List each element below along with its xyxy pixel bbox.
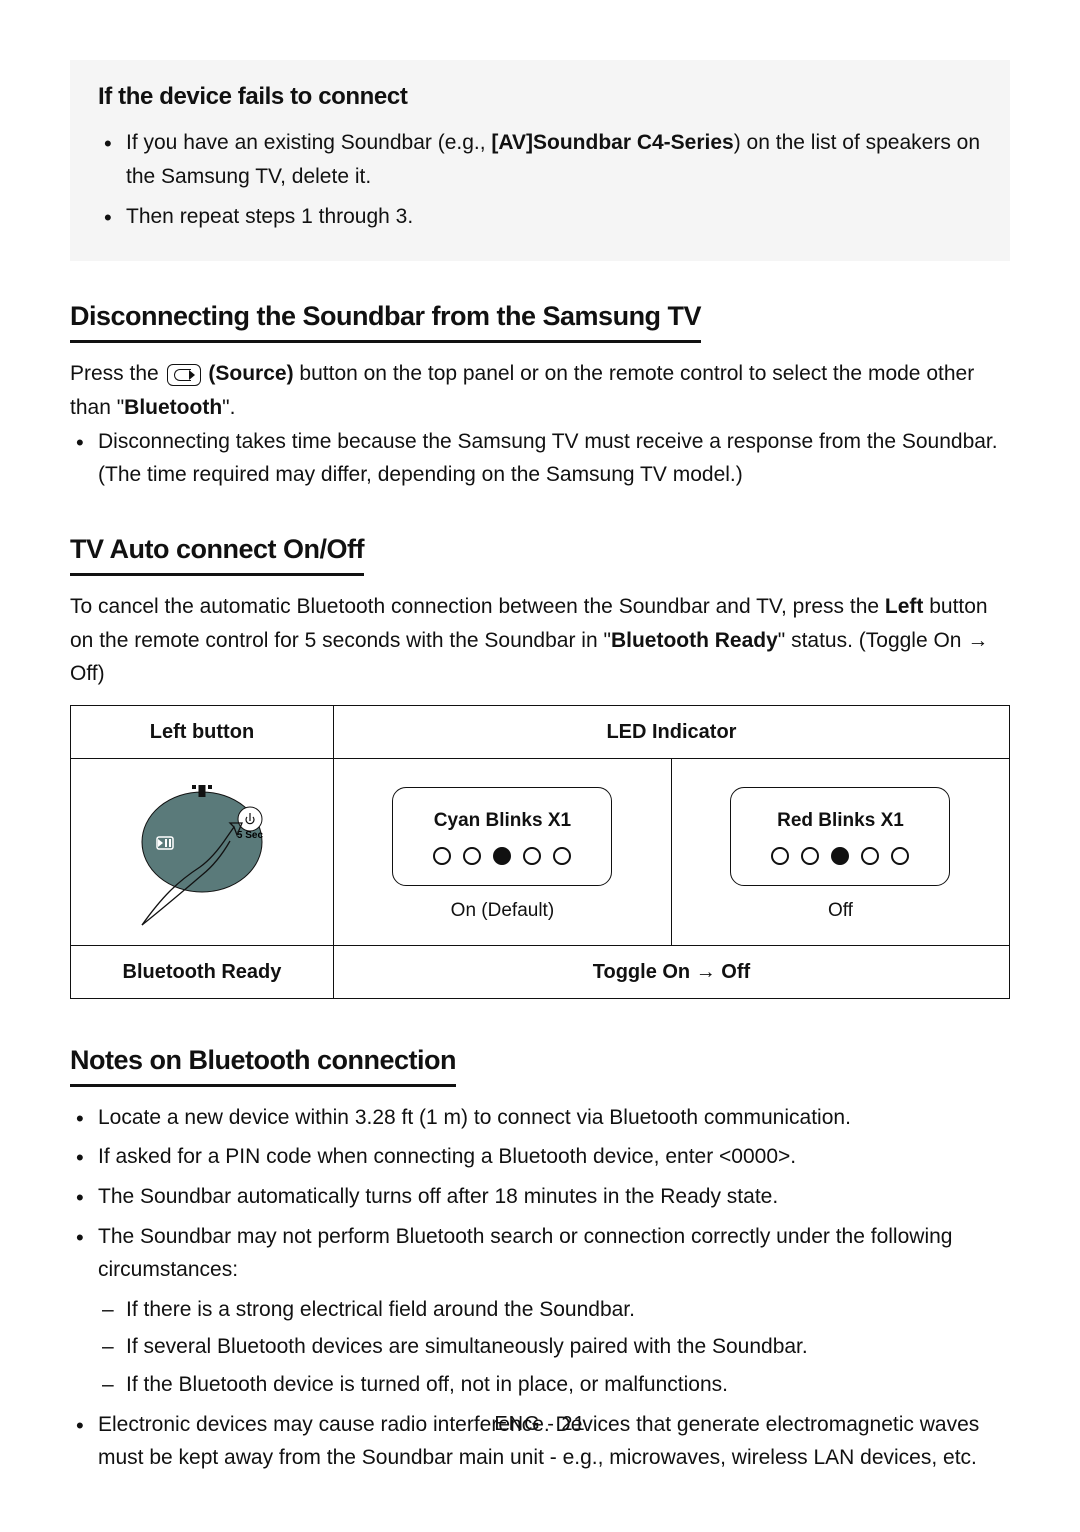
list-item: Then repeat steps 1 through 3. <box>126 200 982 234</box>
led-dots <box>415 847 589 865</box>
list-item: If several Bluetooth devices are simulta… <box>126 1330 1010 1364</box>
led-dot <box>891 847 909 865</box>
list-item: The Soundbar may not perform Bluetooth s… <box>98 1220 1010 1402</box>
table-header: Left button <box>71 705 334 758</box>
indicator-cell: Red Blinks X1 Off <box>671 758 1009 945</box>
fail-connect-heading: If the device fails to connect <box>98 78 982 116</box>
sec-label: 5 Sec <box>237 830 264 841</box>
indicator-sub: On (Default) <box>342 896 663 926</box>
list-item: If you have an existing Soundbar (e.g., … <box>126 126 982 193</box>
text: If you have an existing Soundbar (e.g., <box>126 131 491 154</box>
section-heading: TV Auto connect On/Off <box>70 528 364 576</box>
page-footer: ENG - 21 <box>70 1408 1010 1440</box>
table-footer: Toggle On → Off <box>333 945 1009 998</box>
text: Press the <box>70 362 165 385</box>
led-dot-filled <box>493 847 511 865</box>
led-dot <box>433 847 451 865</box>
paragraph: To cancel the automatic Bluetooth connec… <box>70 590 1010 691</box>
indicator-cell: Cyan Blinks X1 On (Default) <box>333 758 671 945</box>
autoconnect-section: TV Auto connect On/Off To cancel the aut… <box>70 528 1010 999</box>
text-bold: Bluetooth Ready <box>611 629 778 652</box>
list-item: Locate a new device within 3.28 ft (1 m)… <box>98 1101 1010 1135</box>
indicator-sub: Off <box>680 896 1001 926</box>
table-header: LED Indicator <box>333 705 1009 758</box>
source-icon <box>167 364 201 386</box>
text: The Soundbar may not perform Bluetooth s… <box>98 1225 952 1282</box>
paragraph: Press the (Source) button on the top pan… <box>70 357 1010 424</box>
remote-cell: 5 Sec <box>71 758 334 945</box>
led-dots <box>753 847 927 865</box>
list-item: If asked for a PIN code when connecting … <box>98 1140 1010 1174</box>
indicator-box-on: Cyan Blinks X1 <box>392 787 612 885</box>
led-dot <box>463 847 481 865</box>
list-item: If the Bluetooth device is turned off, n… <box>126 1368 1010 1402</box>
list-item: If there is a strong electrical field ar… <box>126 1293 1010 1327</box>
sublist: If there is a strong electrical field ar… <box>98 1293 1010 1402</box>
led-table: Left button LED Indicator 5 Sec <box>70 705 1010 999</box>
text-bold: Left <box>885 595 924 618</box>
led-dot <box>861 847 879 865</box>
disconnect-section: Disconnecting the Soundbar from the Sams… <box>70 295 1010 492</box>
text: To cancel the automatic Bluetooth connec… <box>70 595 885 618</box>
led-dot <box>801 847 819 865</box>
led-dot <box>523 847 541 865</box>
indicator-label: Cyan Blinks X1 <box>415 806 589 836</box>
text-bold: Bluetooth <box>124 396 222 419</box>
text-bold: (Source) <box>208 362 293 385</box>
section-heading: Disconnecting the Soundbar from the Sams… <box>70 295 701 343</box>
led-dot-filled <box>831 847 849 865</box>
fail-connect-list: If you have an existing Soundbar (e.g., … <box>98 126 982 233</box>
table-footer: Bluetooth Ready <box>71 945 334 998</box>
section-heading: Notes on Bluetooth connection <box>70 1039 456 1087</box>
text: ". <box>222 396 235 419</box>
remote-icon: 5 Sec <box>122 777 282 927</box>
indicator-label: Red Blinks X1 <box>753 806 927 836</box>
bullet-list: Disconnecting takes time because the Sam… <box>70 425 1010 492</box>
led-dot <box>771 847 789 865</box>
fail-connect-box: If the device fails to connect If you ha… <box>70 60 1010 261</box>
text-bold: [AV]Soundbar C4-Series <box>491 131 733 154</box>
led-dot <box>553 847 571 865</box>
list-item: Disconnecting takes time because the Sam… <box>98 425 1010 492</box>
indicator-box-off: Red Blinks X1 <box>730 787 950 885</box>
list-item: The Soundbar automatically turns off aft… <box>98 1180 1010 1214</box>
